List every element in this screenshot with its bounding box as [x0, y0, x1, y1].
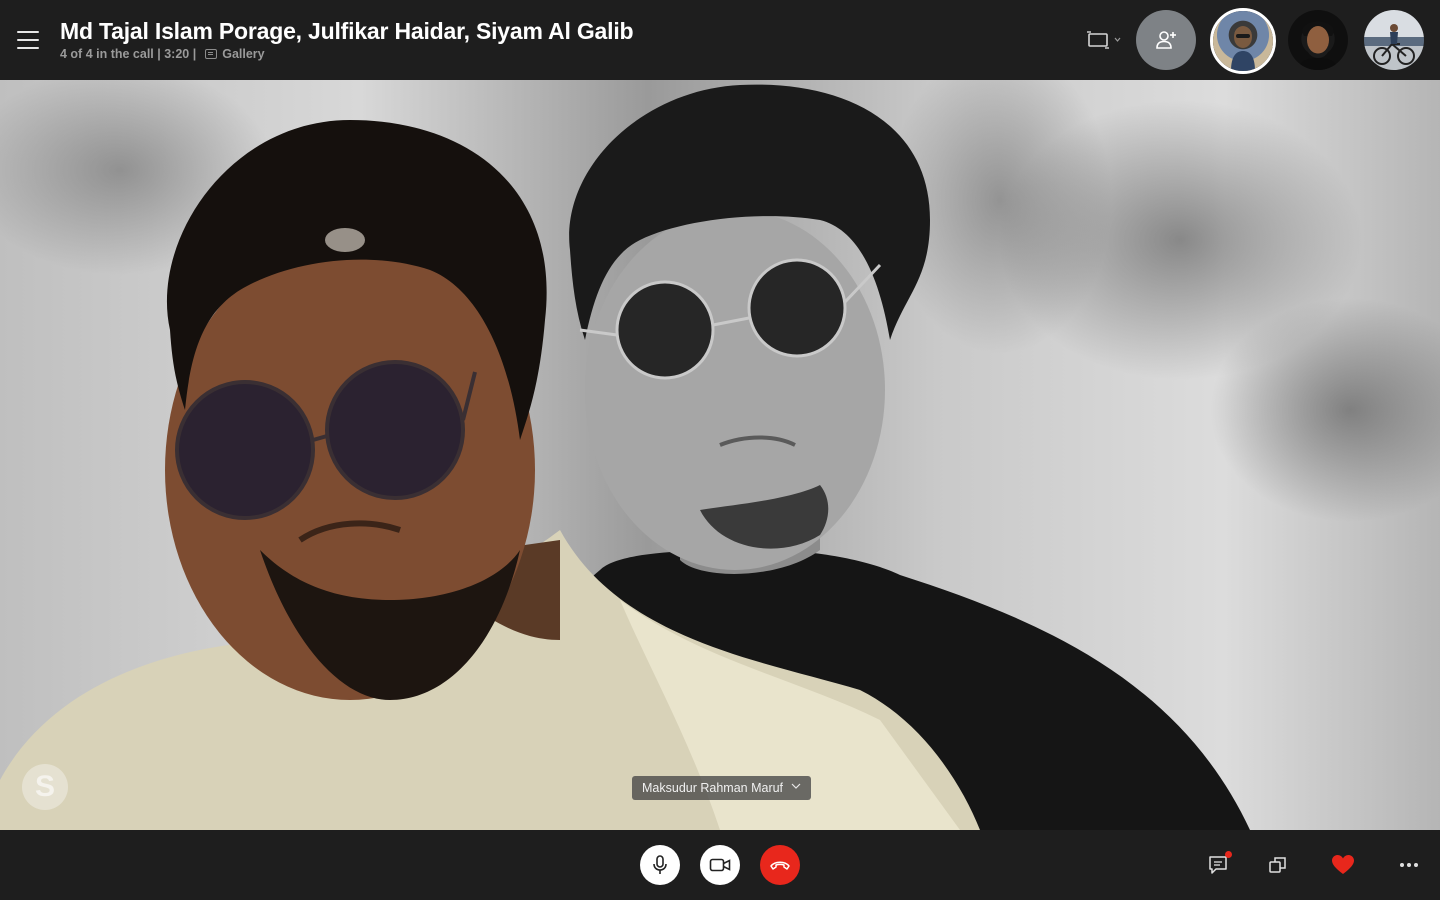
gallery-icon	[205, 49, 218, 59]
hang-up-icon	[770, 861, 790, 870]
participant-avatar-2[interactable]	[1288, 10, 1348, 70]
call-status-line: 4 of 4 in the call | 3:20 | Gallery	[60, 47, 265, 61]
mute-button[interactable]	[640, 845, 680, 885]
view-mode-label[interactable]: Gallery	[222, 47, 264, 61]
layout-toggle-button[interactable]	[1086, 28, 1122, 52]
video-stage: S Maksudur Rahman Maruf	[0, 80, 1440, 830]
reaction-button[interactable]	[1330, 852, 1356, 878]
participant-avatar-1[interactable]	[1210, 8, 1276, 74]
speaker-name-tag[interactable]: Maksudur Rahman Maruf	[632, 776, 812, 800]
hamburger-menu-icon[interactable]	[14, 26, 42, 54]
speaker-name: Maksudur Rahman Maruf	[642, 781, 784, 795]
end-call-button[interactable]	[760, 845, 800, 885]
camera-button[interactable]	[700, 845, 740, 885]
add-person-icon	[1156, 31, 1176, 49]
microphone-icon	[653, 855, 667, 874]
call-controls-bar	[0, 830, 1440, 900]
participant-avatar-3[interactable]	[1364, 10, 1424, 70]
chevron-down-icon	[1114, 37, 1121, 42]
chat-button[interactable]	[1205, 851, 1232, 878]
add-participant-button[interactable]	[1136, 10, 1196, 70]
video-camera-icon	[709, 858, 731, 872]
switch-view-button[interactable]	[1265, 852, 1291, 878]
more-options-button[interactable]	[1396, 852, 1422, 878]
chevron-down-icon	[791, 783, 801, 789]
screen-layout-icon	[1087, 31, 1109, 49]
more-icon	[1400, 863, 1418, 867]
video-feed	[0, 84, 1250, 830]
heart-icon	[1332, 855, 1354, 874]
unread-dot	[1225, 851, 1232, 858]
call-header: Md Tajal Islam Porage, Julfikar Haidar, …	[0, 0, 1440, 80]
skype-logo-icon: S	[22, 764, 68, 810]
participants-status: 4 of 4 in the call | 3:20 |	[60, 47, 197, 61]
switch-camera-icon	[1269, 857, 1286, 873]
call-title: Md Tajal Islam Porage, Julfikar Haidar, …	[60, 18, 634, 44]
